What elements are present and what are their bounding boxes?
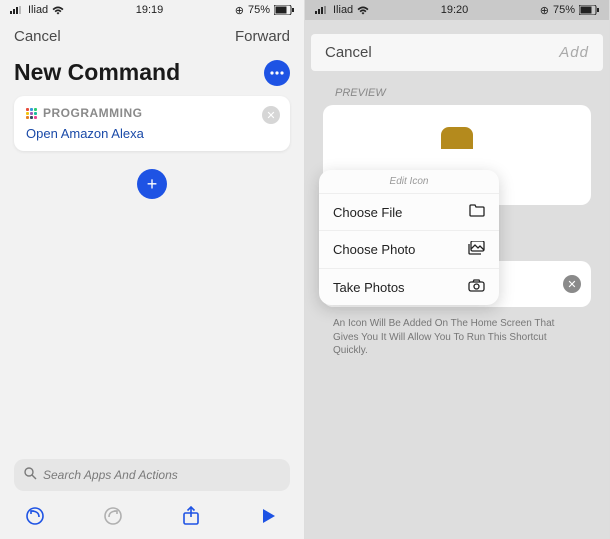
app-grid-icon [26, 108, 37, 119]
card-header: PROGRAMMING [26, 106, 278, 120]
action-card: ✕ PROGRAMMING Open Amazon Alexa [14, 96, 290, 151]
status-bar: Iliad 19:20 ⊕ 75% [305, 0, 609, 20]
edit-icon-popup: Edit Icon Choose File Choose Photo Take … [319, 170, 499, 305]
app-icon-preview [441, 127, 473, 149]
search-placeholder: Search Apps And Actions [43, 468, 178, 482]
signal-icon [10, 6, 24, 14]
status-left: Iliad [10, 4, 64, 16]
carrier-label: Iliad [333, 4, 353, 16]
title-row: New Command [0, 53, 304, 96]
spacer [0, 217, 304, 459]
choose-file-label: Choose File [333, 205, 402, 220]
battery-icon [274, 5, 294, 15]
card-category: PROGRAMMING [43, 106, 143, 120]
add-button[interactable]: Add [559, 44, 589, 61]
add-action-button[interactable]: + [137, 169, 167, 199]
status-bar: Iliad 19:19 ⊕ 75% [0, 0, 304, 20]
camera-icon [468, 279, 485, 295]
preview-label: PREVIEW [335, 87, 609, 99]
take-photo-item[interactable]: Take Photos [319, 268, 499, 305]
card-action-text[interactable]: Open Amazon Alexa [26, 126, 278, 141]
redo-button[interactable] [102, 505, 124, 527]
status-time: 19:20 [441, 4, 469, 16]
status-right: ⊕ 75% [235, 4, 294, 17]
helper-text: An Icon Will Be Added On The Home Screen… [333, 317, 581, 358]
nav-bar: Cancel Forward [0, 20, 304, 53]
orientation-lock-icon: ⊕ [235, 4, 244, 17]
share-button[interactable] [180, 505, 202, 527]
bottom-toolbar [0, 497, 304, 539]
page-title[interactable]: New Command [14, 59, 180, 86]
orientation-lock-icon: ⊕ [540, 4, 549, 17]
nav-bar: Cancel Add [311, 34, 603, 71]
cancel-button[interactable]: Cancel [325, 44, 372, 61]
battery-pct: 75% [553, 4, 575, 16]
forward-button[interactable]: Forward [235, 28, 290, 45]
cancel-button[interactable]: Cancel [14, 28, 61, 45]
battery-pct: 75% [248, 4, 270, 16]
undo-button[interactable] [24, 505, 46, 527]
choose-photo-item[interactable]: Choose Photo [319, 230, 499, 268]
carrier-label: Iliad [28, 4, 48, 16]
choose-photo-label: Choose Photo [333, 242, 415, 257]
popup-title: Edit Icon [319, 170, 499, 193]
wifi-icon [52, 6, 64, 15]
folder-icon [469, 204, 485, 220]
phone-right: Iliad 19:20 ⊕ 75% Cancel Add PREVIEW Edi… [305, 0, 610, 539]
more-button[interactable] [264, 60, 290, 86]
signal-icon [315, 6, 329, 14]
choose-file-item[interactable]: Choose File [319, 193, 499, 230]
play-button[interactable] [258, 505, 280, 527]
status-right: ⊕ 75% [540, 4, 599, 17]
take-photo-label: Take Photos [333, 280, 405, 295]
remove-action-button[interactable]: ✕ [262, 106, 280, 124]
status-time: 19:19 [136, 4, 164, 16]
phone-left: Iliad 19:19 ⊕ 75% Cancel Forward New Com… [0, 0, 305, 539]
clear-name-button[interactable]: ✕ [563, 275, 581, 293]
wifi-icon [357, 6, 369, 15]
status-left: Iliad [315, 4, 369, 16]
battery-icon [579, 5, 599, 15]
photo-stack-icon [468, 241, 485, 258]
search-bar[interactable]: Search Apps And Actions [14, 459, 290, 491]
search-icon [24, 467, 37, 483]
phone2-body: Cancel Add PREVIEW Edit Icon Choose File… [305, 20, 609, 539]
